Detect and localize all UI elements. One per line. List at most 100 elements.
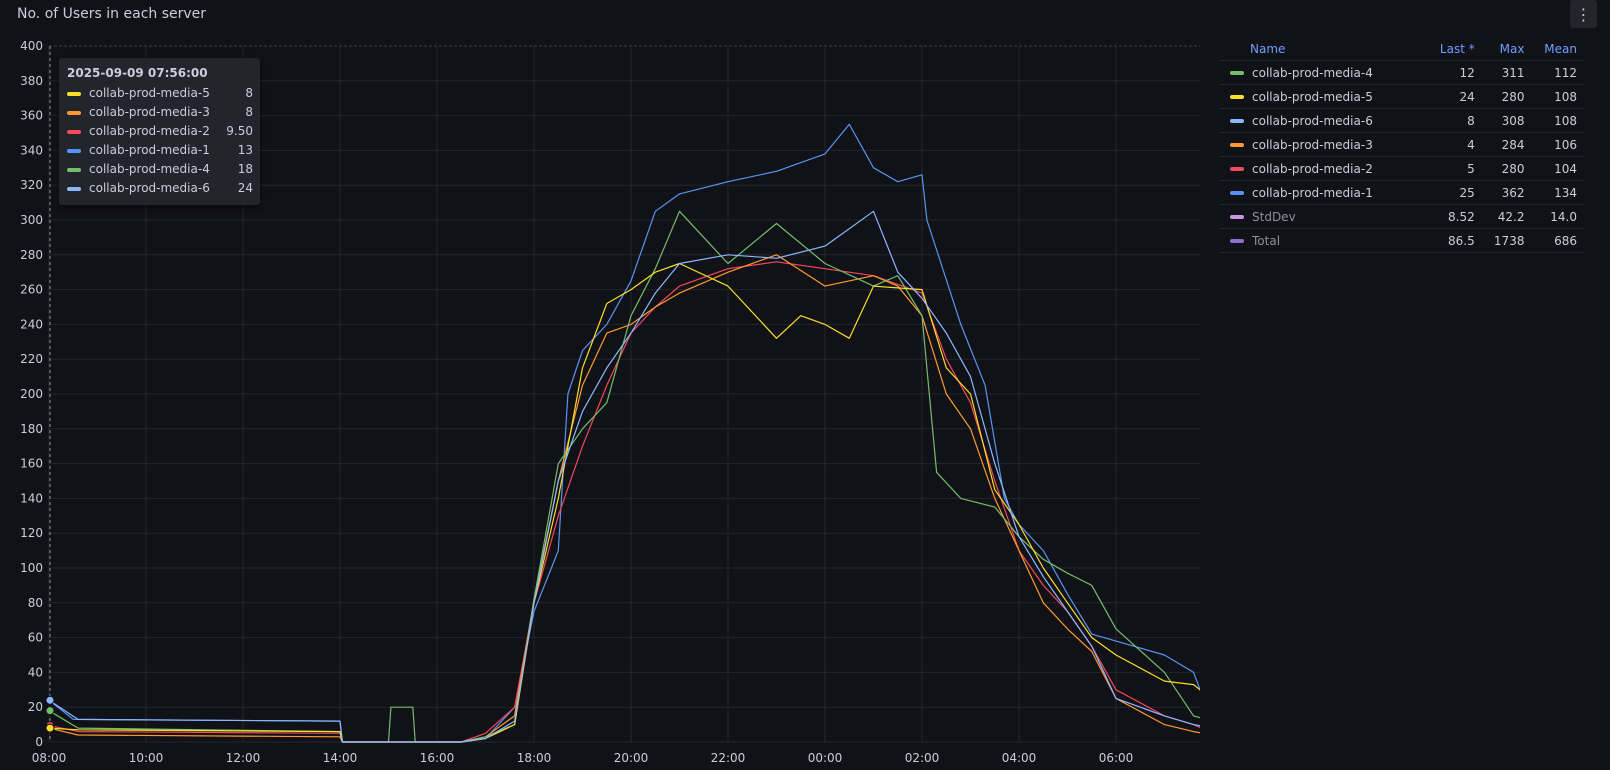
- legend-series-name[interactable]: Total: [1220, 228, 1428, 253]
- legend-series-label: collab-prod-media-1: [1252, 185, 1373, 200]
- legend-series-label: collab-prod-media-6: [1252, 113, 1373, 128]
- y-tick-label: 260: [20, 283, 43, 297]
- tooltip-row: collab-prod-media-2 9.50: [67, 124, 253, 142]
- y-tick-label: 220: [20, 352, 43, 366]
- legend-max-value: 308: [1482, 108, 1533, 133]
- series-color-swatch: [1230, 143, 1244, 147]
- x-tick-label: 02:00: [905, 751, 940, 765]
- series-color-swatch: [1230, 119, 1244, 123]
- legend-row[interactable]: collab-prod-media-4 12 311 112: [1220, 60, 1585, 85]
- hover-point: [45, 723, 55, 733]
- legend-series-name[interactable]: collab-prod-media-3: [1220, 132, 1428, 157]
- legend-header-max[interactable]: Max: [1482, 38, 1533, 61]
- x-tick-label: 20:00: [614, 751, 649, 765]
- legend-row[interactable]: collab-prod-media-2 5 280 104: [1220, 156, 1585, 181]
- tooltip-series-name: collab-prod-media-3: [89, 105, 210, 119]
- tooltip-row: collab-prod-media-3 8: [67, 105, 253, 123]
- legend-series-name[interactable]: collab-prod-media-5: [1220, 84, 1428, 109]
- series-color-swatch: [1230, 167, 1244, 171]
- y-tick-label: 120: [20, 526, 43, 540]
- tooltip-row: collab-prod-media-4 18: [67, 162, 253, 180]
- legend-series-label: collab-prod-media-5: [1252, 89, 1373, 104]
- legend-series-label: collab-prod-media-4: [1252, 65, 1373, 80]
- timeseries-panel: No. of Users in each server ⋮ 0 20 40 60 80 1…: [0, 0, 1610, 770]
- tooltip-series-name: collab-prod-media-6: [89, 181, 210, 195]
- tooltip-series-value: 13: [237, 143, 253, 157]
- legend-last-value: 8.52: [1427, 204, 1483, 229]
- y-tick-label: 340: [20, 143, 43, 157]
- y-tick-label: 40: [28, 665, 43, 679]
- legend-last-value: 5: [1427, 156, 1483, 181]
- legend-series-name[interactable]: StdDev: [1220, 204, 1428, 229]
- legend-last-value: 25: [1427, 180, 1483, 205]
- tooltip-row: collab-prod-media-1 13: [67, 143, 253, 161]
- y-tick-label: 380: [20, 74, 43, 88]
- tooltip-series-value: 8: [245, 86, 253, 100]
- series-color-swatch: [67, 168, 81, 172]
- legend-series-name[interactable]: collab-prod-media-6: [1220, 108, 1428, 133]
- y-tick-label: 140: [20, 491, 43, 505]
- legend-last-value: 12: [1427, 60, 1483, 85]
- tooltip-series-value: 9.50: [226, 124, 253, 138]
- legend-row[interactable]: collab-prod-media-3 4 284 106: [1220, 132, 1585, 157]
- legend-row[interactable]: collab-prod-media-1 25 362 134: [1220, 180, 1585, 205]
- series-color-swatch: [67, 92, 81, 96]
- hover-point: [45, 706, 55, 716]
- legend-header-name[interactable]: Name: [1220, 38, 1428, 61]
- kebab-menu-icon: ⋮: [1575, 4, 1592, 24]
- legend-row[interactable]: collab-prod-media-5 24 280 108: [1220, 84, 1585, 109]
- y-tick-label: 60: [28, 631, 43, 645]
- x-tick-label: 16:00: [420, 751, 455, 765]
- series-color-swatch: [1230, 191, 1244, 195]
- legend-series-name[interactable]: collab-prod-media-4: [1220, 60, 1428, 85]
- tooltip-series-value: 18: [237, 162, 253, 176]
- legend-last-value: 8: [1427, 108, 1483, 133]
- legend-mean-value: 108: [1532, 108, 1585, 133]
- legend-series-label: collab-prod-media-3: [1252, 137, 1373, 152]
- legend-row[interactable]: StdDev 8.52 42.2 14.0: [1220, 204, 1585, 229]
- x-tick-label: 12:00: [226, 751, 261, 765]
- x-tick-label: 06:00: [1099, 751, 1134, 765]
- legend-max-value: 362: [1482, 180, 1533, 205]
- tooltip-series-name: collab-prod-media-2: [89, 124, 210, 138]
- tooltip-series-value: 8: [245, 105, 253, 119]
- legend-max-value: 311: [1482, 60, 1533, 85]
- tooltip-series-name: collab-prod-media-1: [89, 143, 210, 157]
- hover-tooltip: 2025-09-09 07:56:00 collab-prod-media-5 8…: [59, 58, 260, 205]
- series-line: [48, 123, 1200, 743]
- legend-mean-value: 108: [1532, 84, 1585, 109]
- legend-mean-value: 686: [1532, 228, 1585, 253]
- y-tick-label: 320: [20, 178, 43, 192]
- legend-mean-value: 134: [1532, 180, 1585, 205]
- series-color-swatch: [67, 130, 81, 134]
- series-line: [48, 210, 1200, 743]
- x-tick-label: 08:00: [32, 751, 67, 765]
- tooltip-series-name: collab-prod-media-5: [89, 86, 210, 100]
- legend-series-label: collab-prod-media-2: [1252, 161, 1373, 176]
- series-color-swatch: [1230, 95, 1244, 99]
- series-color-swatch: [67, 187, 81, 191]
- legend-row[interactable]: Total 86.5 1738 686: [1220, 228, 1585, 253]
- x-tick-label: 18:00: [517, 751, 552, 765]
- legend-mean-value: 106: [1532, 132, 1585, 157]
- legend-last-value: 86.5: [1427, 228, 1483, 253]
- legend-mean-value: 14.0: [1532, 204, 1585, 229]
- panel-menu-button[interactable]: ⋮: [1570, 0, 1597, 28]
- y-tick-label: 100: [20, 561, 43, 575]
- panel-title: No. of Users in each server: [17, 6, 207, 22]
- series-color-swatch: [1230, 71, 1244, 75]
- legend-row[interactable]: collab-prod-media-6 8 308 108: [1220, 108, 1585, 133]
- tooltip-series-value: 24: [237, 181, 253, 195]
- series-line: [48, 262, 1200, 743]
- y-tick-label: 360: [20, 109, 43, 123]
- legend-header-last[interactable]: Last *: [1427, 38, 1483, 61]
- legend-series-label: Total: [1252, 233, 1281, 248]
- legend-series-name[interactable]: collab-prod-media-2: [1220, 156, 1428, 181]
- legend-series-name[interactable]: collab-prod-media-1: [1220, 180, 1428, 205]
- series-color-swatch: [67, 149, 81, 153]
- y-tick-label: 20: [28, 700, 43, 714]
- legend-header-mean[interactable]: Mean: [1532, 38, 1585, 61]
- tooltip-time: 2025-09-09 07:56:00: [67, 66, 208, 80]
- legend-max-value: 280: [1482, 156, 1533, 181]
- x-tick-label: 10:00: [129, 751, 164, 765]
